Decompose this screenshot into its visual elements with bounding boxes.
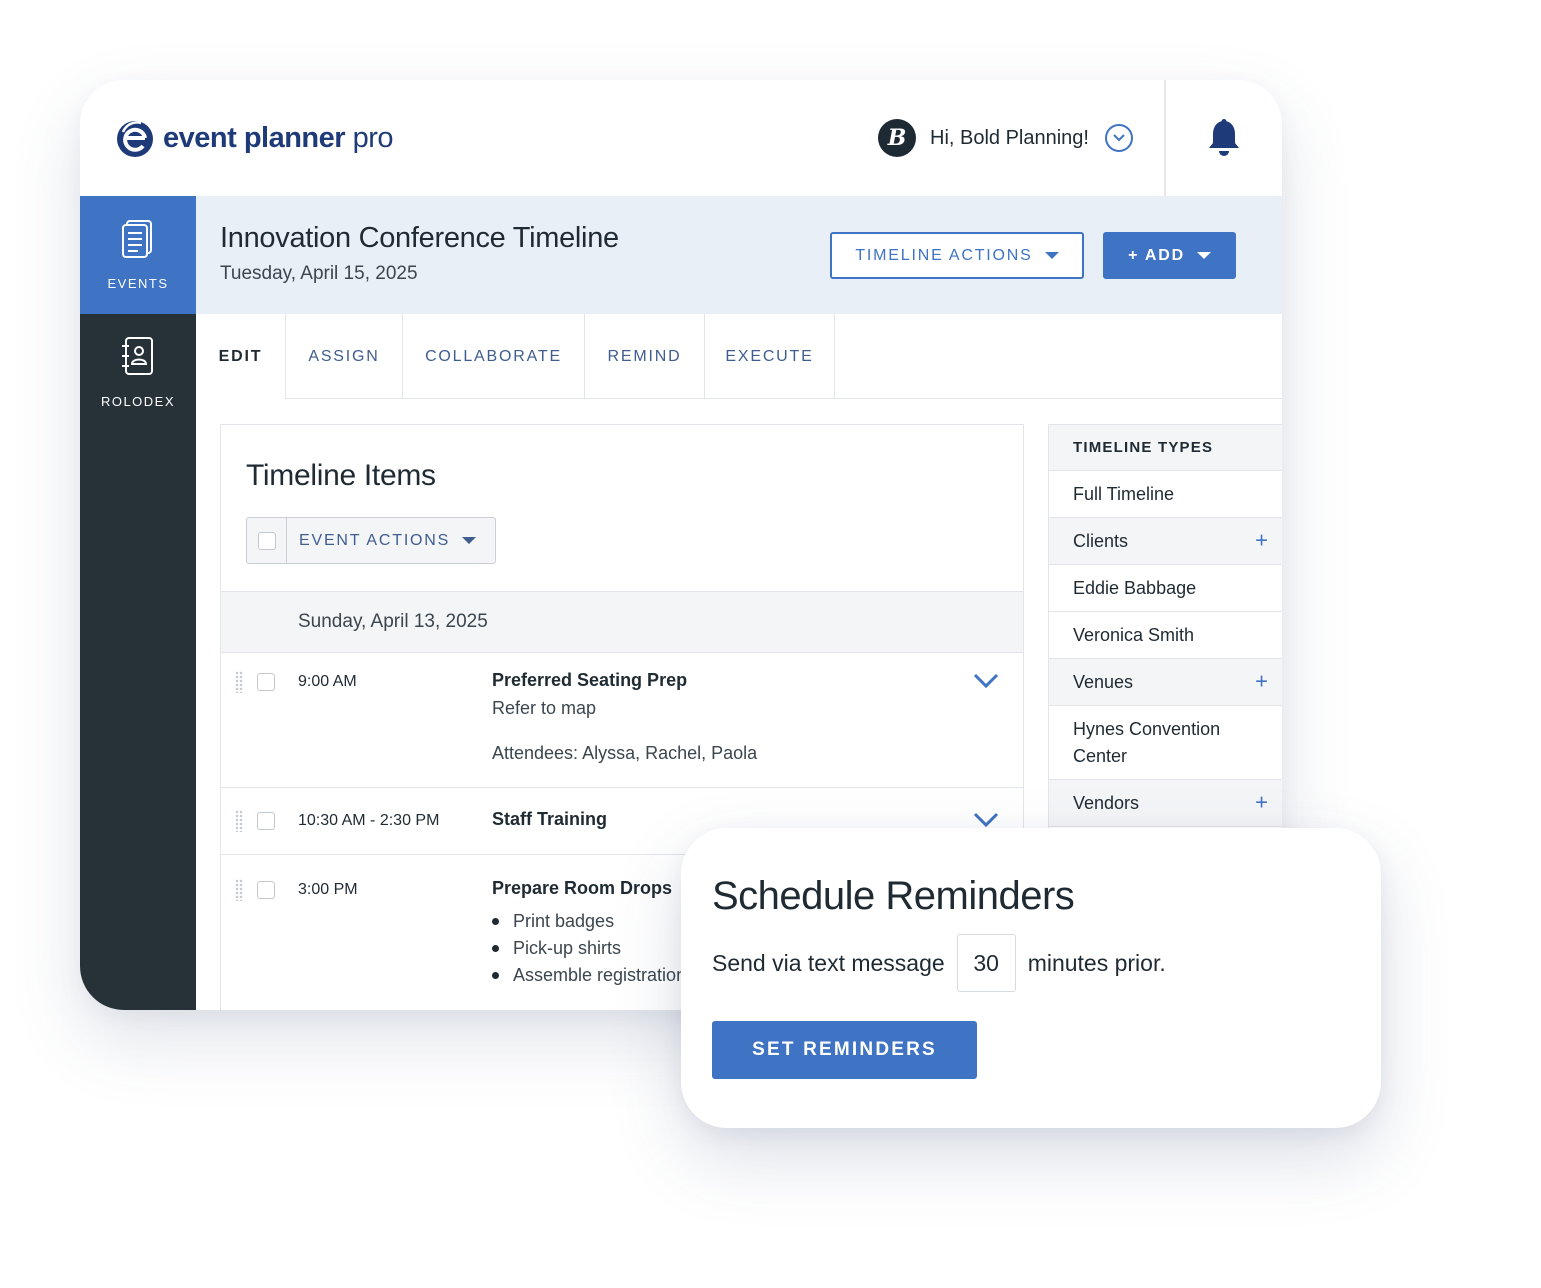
date-group-header: Sunday, April 13, 2025 <box>221 591 1023 653</box>
caret-down-icon <box>1044 252 1059 259</box>
type-client-item[interactable]: Veronica Smith <box>1049 612 1282 659</box>
row-checkbox[interactable] <box>257 881 275 899</box>
type-client-item[interactable]: Eddie Babbage <box>1049 565 1282 612</box>
avatar[interactable]: B <box>878 119 916 157</box>
row-time: 9:00 AM <box>298 673 357 690</box>
row-checkbox[interactable] <box>257 812 275 830</box>
user-menu[interactable]: B Hi, Bold Planning! <box>878 118 1133 158</box>
sidebar-item-rolodex[interactable]: ROLODEX <box>80 314 196 432</box>
type-group-clients[interactable]: Clients + <box>1049 518 1282 565</box>
row-time: 10:30 AM - 2:30 PM <box>298 812 440 829</box>
page-header: Innovation Conference Timeline Tuesday, … <box>196 196 1282 314</box>
caret-down-icon <box>462 537 477 544</box>
reminders-title: Schedule Reminders <box>712 874 1075 918</box>
minutes-input[interactable]: 30 <box>956 934 1016 992</box>
logo-text: event planner pro <box>163 121 394 154</box>
page-title: Innovation Conference Timeline <box>220 222 619 254</box>
caret-down-icon <box>1196 252 1211 259</box>
type-group-venues[interactable]: Venues + <box>1049 659 1282 706</box>
reminders-prefix: Send via text message <box>712 949 945 976</box>
header-divider <box>1164 80 1166 196</box>
contact-book-icon <box>119 336 157 378</box>
drag-handle-icon[interactable] <box>235 810 243 832</box>
sidebar-item-label: ROLODEX <box>100 394 176 409</box>
sidebar: EVENTS ROLODEX <box>80 196 196 1010</box>
drag-handle-icon[interactable] <box>235 879 243 901</box>
select-all-checkbox[interactable] <box>257 531 276 550</box>
chevron-down-icon[interactable] <box>1104 124 1133 152</box>
tab-bar: EDIT ASSIGN COLLABORATE REMIND EXECUTE <box>196 314 1282 399</box>
bell-icon[interactable] <box>1206 118 1242 163</box>
row-title: Staff Training <box>492 809 608 829</box>
user-greeting: Hi, Bold Planning! <box>930 126 1089 149</box>
type-venue-item[interactable]: Hynes Convention Center <box>1049 706 1282 780</box>
document-icon <box>119 218 157 260</box>
add-vendor-icon[interactable]: + <box>1255 789 1268 815</box>
brand-logo[interactable]: event planner pro <box>115 118 394 158</box>
row-time: 3:00 PM <box>298 881 358 898</box>
row-note: Refer to map <box>492 698 597 718</box>
tab-execute[interactable]: EXECUTE <box>705 314 835 399</box>
reminders-suffix: minutes prior. <box>1027 949 1166 976</box>
list-item: Pick-up shirts <box>492 935 686 962</box>
add-venue-icon[interactable]: + <box>1255 668 1268 694</box>
list-item: Print badges <box>492 908 686 935</box>
set-reminders-button[interactable]: SET REMINDERS <box>712 1021 977 1079</box>
row-title: Prepare Room Drops <box>492 878 673 898</box>
page-date: Tuesday, April 15, 2025 <box>220 263 418 284</box>
logo-mark-icon <box>117 121 153 157</box>
tab-assign[interactable]: ASSIGN <box>286 314 403 399</box>
timeline-types-header: TIMELINE TYPES <box>1049 424 1282 471</box>
event-actions-dropdown[interactable]: EVENT ACTIONS <box>246 517 496 564</box>
timeline-types-panel: TIMELINE TYPES Full Timeline Clients + Ed… <box>1048 424 1282 844</box>
type-full-timeline[interactable]: Full Timeline <box>1049 471 1282 518</box>
top-bar: event planner pro B Hi, Bold Planning! <box>80 80 1282 196</box>
tab-edit[interactable]: EDIT <box>196 314 286 399</box>
card-title: Timeline Items <box>246 459 436 492</box>
drag-handle-icon[interactable] <box>235 671 243 693</box>
sidebar-item-label: EVENTS <box>107 276 169 291</box>
row-title: Preferred Seating Prep <box>492 670 688 690</box>
row-attendees: Attendees: Alyssa, Rachel, Paola <box>492 743 758 763</box>
add-client-icon[interactable]: + <box>1255 527 1268 553</box>
schedule-reminders-card: Schedule Reminders Send via text message… <box>681 828 1381 1128</box>
list-item: Assemble registration <box>492 962 686 989</box>
add-button[interactable]: + ADD <box>1103 232 1236 279</box>
timeline-row[interactable]: 9:00 AM Preferred Seating Prep Refer to … <box>221 654 1023 788</box>
tab-remind[interactable]: REMIND <box>585 314 705 399</box>
tab-collaborate[interactable]: COLLABORATE <box>403 314 585 399</box>
reminders-setting: Send via text message 30 minutes prior. <box>712 934 1166 992</box>
row-bullet-list: Print badges Pick-up shirts Assemble reg… <box>492 908 686 989</box>
type-group-vendors[interactable]: Vendors + <box>1049 780 1282 827</box>
chevron-down-icon[interactable] <box>973 812 999 828</box>
chevron-down-icon[interactable] <box>973 673 999 689</box>
row-checkbox[interactable] <box>257 673 275 691</box>
timeline-actions-button[interactable]: TIMELINE ACTIONS <box>830 232 1084 279</box>
sidebar-item-events[interactable]: EVENTS <box>80 196 196 314</box>
